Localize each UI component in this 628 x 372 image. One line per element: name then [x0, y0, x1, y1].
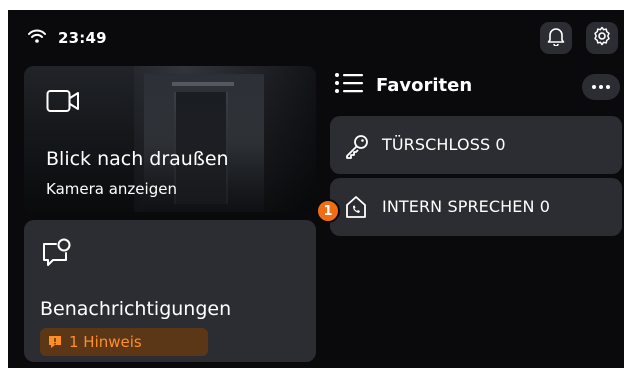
status-bar: 23:49	[28, 28, 107, 47]
camera-card[interactable]: Blick nach draußen Kamera anzeigen	[24, 66, 316, 212]
video-camera-icon	[46, 88, 80, 118]
camera-card-title: Blick nach draußen	[46, 148, 229, 170]
more-dot	[592, 85, 596, 89]
clock: 23:49	[58, 28, 107, 47]
notifications-card-title: Benachrichtigungen	[40, 298, 232, 320]
wifi-icon	[28, 28, 46, 47]
more-dot	[606, 85, 610, 89]
notifications-button[interactable]	[540, 22, 572, 54]
hint-badge-text: 1 Hinweis	[69, 333, 142, 351]
favorites-title: Favoriten	[376, 74, 473, 96]
camera-card-subtitle: Kamera anzeigen	[46, 180, 177, 198]
notifications-card[interactable]: Benachrichtigungen 1 Hinweis	[24, 220, 316, 362]
chat-bubble-icon	[40, 236, 72, 272]
hint-badge: 1 Hinweis	[40, 328, 208, 356]
gear-icon	[592, 26, 612, 50]
list-icon	[334, 72, 364, 98]
settings-button[interactable]	[586, 22, 618, 54]
favorite-item-intercom[interactable]: INTERN SPRECHEN 0	[330, 178, 622, 236]
more-dot	[599, 85, 603, 89]
house-phone-icon	[344, 195, 368, 223]
screen: 23:49 Blick nach draußen Kamera anzeigen…	[8, 10, 624, 368]
intercom-count-badge: 1	[316, 199, 340, 223]
favorites-header: Favoriten	[334, 72, 472, 98]
alert-message-icon	[48, 335, 62, 349]
favorite-item-label: TÜRSCHLOSS 0	[382, 135, 506, 154]
bell-icon	[547, 26, 565, 50]
favorites-more-button[interactable]	[582, 74, 620, 100]
favorite-item-door-lock[interactable]: TÜRSCHLOSS 0	[330, 116, 622, 174]
key-icon	[344, 133, 370, 163]
favorite-item-label: INTERN SPRECHEN 0	[382, 197, 551, 216]
